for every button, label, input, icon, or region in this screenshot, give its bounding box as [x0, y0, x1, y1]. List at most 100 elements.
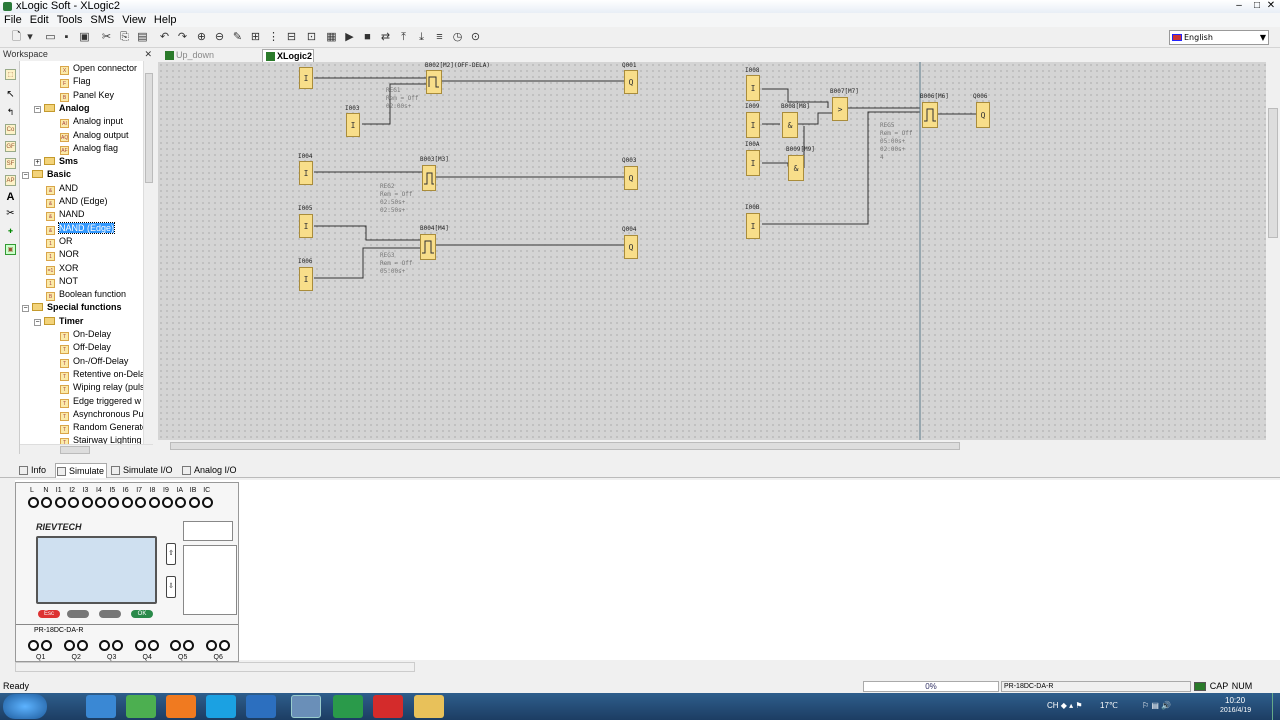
tree-item[interactable]: T Wiping relay (puls: [60, 381, 145, 395]
grid-icon[interactable]: ⊞: [249, 31, 262, 44]
tab-xlogic2[interactable]: XLogic2: [262, 49, 314, 62]
zoom-in-icon[interactable]: ⊕: [195, 31, 208, 44]
xlogic-icon[interactable]: [291, 695, 321, 718]
tray-icons[interactable]: CH ◆ ▴ ⚑: [1047, 701, 1083, 710]
tool-icon[interactable]: ⊡: [305, 31, 318, 44]
input-block[interactable]: I: [746, 112, 760, 138]
tab-info[interactable]: Info: [18, 463, 52, 478]
cut-icon[interactable]: ✂: [100, 31, 113, 44]
paste-icon[interactable]: ▤: [136, 31, 149, 44]
output-block[interactable]: Q: [624, 235, 638, 259]
input-terminal[interactable]: [202, 497, 214, 508]
comparator-block[interactable]: >: [832, 97, 848, 121]
canvas-horizontal-scrollbar[interactable]: [158, 440, 1266, 452]
timer-block[interactable]: [922, 102, 938, 128]
tree-item[interactable]: =1 XOR: [46, 262, 79, 275]
input-block[interactable]: I: [746, 150, 760, 176]
input-terminal[interactable]: [108, 497, 120, 508]
input-terminal[interactable]: [135, 497, 147, 508]
start-button[interactable]: [3, 694, 47, 719]
undo-icon[interactable]: ↶: [158, 31, 171, 44]
new-file-icon[interactable]: 🗋: [10, 31, 23, 44]
stop-icon[interactable]: ■: [361, 31, 374, 44]
output-block[interactable]: Q: [976, 102, 990, 128]
tree-item[interactable]: & AND: [46, 182, 78, 195]
output-terminal[interactable]: [63, 640, 75, 651]
tree-item[interactable]: T Off-Delay: [60, 341, 111, 355]
scroll-thumb[interactable]: [170, 442, 960, 450]
layout-icon[interactable]: ⊟: [285, 31, 298, 44]
tree-item[interactable]: B Boolean function: [46, 288, 126, 302]
tree-item[interactable]: 1 NOR: [46, 248, 79, 262]
tree-item[interactable]: T Asynchronous Pul: [60, 408, 146, 421]
input-terminal[interactable]: [175, 497, 187, 508]
input-terminal[interactable]: [95, 497, 106, 508]
tab-simulate-io[interactable]: Simulate I/O: [110, 463, 176, 478]
expand-toggle-icon[interactable]: −: [34, 105, 41, 113]
output-terminal[interactable]: [205, 640, 217, 651]
pointer-icon[interactable]: ↖: [5, 90, 16, 101]
download-icon[interactable]: ⤓: [415, 31, 428, 44]
output-block[interactable]: Q: [624, 70, 638, 94]
copy-icon[interactable]: ⎘: [118, 31, 131, 44]
tree-item[interactable]: B Panel Key: [60, 89, 114, 102]
skype-icon[interactable]: [206, 695, 236, 718]
chevron-down-icon[interactable]: ▾: [26, 31, 34, 44]
tree-item[interactable]: AQ Analog output: [60, 129, 129, 142]
zoom-out-icon[interactable]: ⊖: [213, 31, 226, 44]
simulation-horizontal-scrollbar[interactable]: [15, 662, 415, 672]
save-all-icon[interactable]: ▣: [78, 31, 91, 44]
language-select[interactable]: English ▼: [1169, 30, 1269, 45]
output-terminal[interactable]: [112, 640, 123, 651]
show-desktop-button[interactable]: [1272, 693, 1280, 720]
tree-item[interactable]: & NAND: [46, 208, 85, 222]
tree-item[interactable]: T Edge triggered w: [60, 395, 141, 408]
tree-item[interactable]: AI Analog input: [60, 115, 123, 129]
input-terminal[interactable]: [81, 497, 93, 508]
tree-folder[interactable]: + Sms: [34, 155, 78, 168]
diagram-canvas[interactable]: I I003 I I004 I I005 I I006 I B002[M2](O…: [158, 62, 1266, 440]
and-block[interactable]: &: [782, 112, 798, 138]
tree-item[interactable]: T On-Delay: [60, 328, 111, 341]
input-block[interactable]: I: [299, 67, 313, 89]
compare-icon[interactable]: ≡: [433, 31, 446, 44]
menu-file[interactable]: File: [0, 13, 26, 27]
tree-folder[interactable]: − Timer: [34, 315, 83, 328]
output-block[interactable]: Q: [624, 166, 638, 190]
save-icon[interactable]: ▪: [60, 31, 73, 44]
input-terminal[interactable]: [162, 497, 173, 508]
tree-horizontal-scrollbar[interactable]: [20, 444, 153, 454]
firefox-icon[interactable]: [166, 695, 196, 718]
input-terminal[interactable]: [148, 497, 160, 508]
select-tool-icon[interactable]: ⬚: [5, 69, 16, 80]
tree-item[interactable]: T On-/Off-Delay: [60, 355, 128, 368]
right-button[interactable]: [99, 610, 121, 618]
timer-block[interactable]: [420, 234, 436, 260]
expand-toggle-icon[interactable]: −: [34, 318, 41, 326]
and-block[interactable]: &: [788, 155, 804, 181]
output-terminal[interactable]: [41, 640, 52, 651]
tab-simulate[interactable]: Simulate: [55, 463, 107, 478]
upload-icon[interactable]: ⤒: [397, 31, 410, 44]
input-block[interactable]: I: [299, 161, 313, 185]
input-terminal[interactable]: [121, 497, 133, 508]
output-terminal[interactable]: [183, 640, 194, 651]
scroll-thumb[interactable]: [60, 446, 90, 454]
route-icon[interactable]: ✚: [5, 227, 16, 238]
tree-vertical-scrollbar[interactable]: [143, 61, 153, 444]
transfer-icon[interactable]: ⇄: [379, 31, 392, 44]
tree-item[interactable]: 1 OR: [46, 235, 73, 248]
tree-item[interactable]: AF Analog flag: [60, 142, 118, 155]
input-block[interactable]: I: [299, 267, 313, 291]
tree-item[interactable]: 1 NOT: [46, 275, 78, 288]
ap-icon[interactable]: AP: [5, 175, 16, 186]
off-delay-timer-block[interactable]: [426, 70, 442, 94]
expand-toggle-icon[interactable]: −: [22, 305, 29, 313]
tab-up-down-counter[interactable]: Up_down counter.xlg: [162, 49, 260, 73]
output-terminal[interactable]: [218, 640, 230, 651]
scroll-thumb[interactable]: [1268, 108, 1278, 238]
menu-view[interactable]: View: [118, 13, 150, 27]
tree-item[interactable]: & NAND (Edge): [46, 221, 116, 235]
input-terminal[interactable]: [68, 497, 80, 508]
menu-edit[interactable]: Edit: [26, 13, 53, 27]
